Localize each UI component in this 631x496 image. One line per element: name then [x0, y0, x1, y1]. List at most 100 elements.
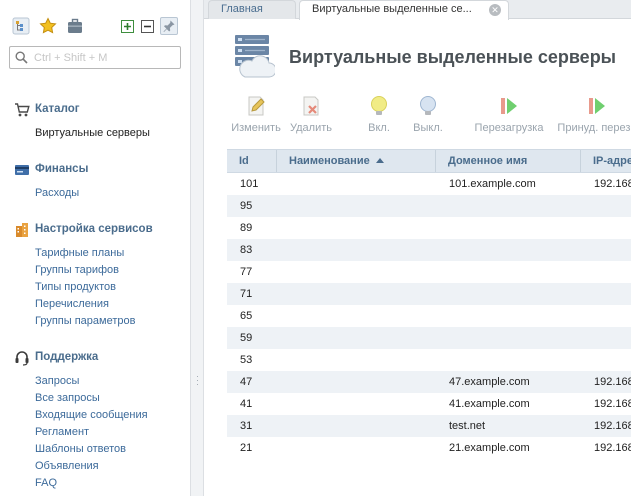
cell-ip — [594, 195, 631, 217]
sidebar-item-parameter-groups[interactable]: Группы параметров — [0, 313, 190, 330]
table-row[interactable]: 71 — [227, 283, 631, 305]
nav-section-header[interactable]: Финансы — [0, 161, 190, 179]
table-row[interactable]: 21 21.example.com 192.168 — [227, 437, 631, 459]
table-header: Id Наименование Доменное имя IP-адре — [227, 149, 631, 173]
column-header-name[interactable]: Наименование — [277, 150, 436, 172]
panel-splitter[interactable]: · · · — [190, 0, 204, 496]
collapse-all-icon[interactable] — [141, 20, 154, 33]
cell-name — [289, 393, 435, 415]
table-row[interactable]: 41 41.example.com 192.168 — [227, 393, 631, 415]
cell-id: 53 — [240, 354, 253, 366]
table-row[interactable]: 53 — [227, 349, 631, 371]
column-header-id[interactable]: Id — [227, 150, 277, 172]
nav-section-title: Финансы — [35, 163, 89, 175]
tab-label: Виртуальные выделенные се... — [312, 3, 472, 15]
table-row[interactable]: 59 — [227, 327, 631, 349]
sidebar-item-faq[interactable]: FAQ — [0, 475, 190, 492]
sidebar-item-product-types[interactable]: Типы продуктов — [0, 279, 190, 296]
sidebar-item-all-requests[interactable]: Все запросы — [0, 390, 190, 407]
servers-table: Id Наименование Доменное имя IP-адре 101… — [227, 149, 631, 496]
table-row[interactable]: 89 — [227, 217, 631, 239]
pin-icon[interactable] — [160, 17, 178, 35]
sidebar-item-expenses[interactable]: Расходы — [0, 185, 190, 202]
table-row[interactable]: 95 — [227, 195, 631, 217]
cell-domain — [449, 239, 579, 261]
sidebar-item-regulations[interactable]: Регламент — [0, 424, 190, 441]
sidebar-item-reply-templates[interactable]: Шаблоны ответов — [0, 441, 190, 458]
search-box — [9, 46, 181, 69]
table-row[interactable]: 47 47.example.com 192.168 — [227, 371, 631, 393]
sidebar-item-announcements[interactable]: Объявления — [0, 458, 190, 475]
edit-label: Изменить — [231, 122, 281, 134]
cell-name — [289, 283, 435, 305]
sidebar-item-requests[interactable]: Запросы — [0, 373, 190, 390]
expand-all-icon[interactable] — [121, 20, 134, 33]
table-row[interactable]: 65 — [227, 305, 631, 327]
search-input[interactable] — [34, 50, 176, 65]
delete-label: Удалить — [290, 122, 332, 134]
table-row[interactable]: 77 — [227, 261, 631, 283]
power-on-button[interactable]: Вкл. — [364, 94, 394, 134]
cell-name — [289, 437, 435, 459]
nav-section-title: Поддержка — [35, 351, 99, 363]
briefcase-icon[interactable] — [66, 17, 84, 35]
cell-ip: 192.168 — [594, 376, 631, 388]
sidebar-item-virtual-servers[interactable]: Виртуальные серверы — [0, 125, 190, 142]
tab-home[interactable]: Главная — [208, 0, 296, 19]
table-row[interactable]: 31 test.net 192.168 — [227, 415, 631, 437]
search-icon — [15, 51, 28, 64]
delete-icon — [303, 96, 319, 116]
table-row[interactable]: 83 — [227, 239, 631, 261]
star-icon[interactable] — [39, 17, 57, 35]
cell-name — [289, 327, 435, 349]
reboot-button[interactable]: Перезагрузка — [472, 94, 546, 134]
nav-section-header[interactable]: Настройка сервисов — [0, 221, 190, 239]
cell-ip — [594, 349, 631, 371]
server-cloud-icon — [231, 33, 277, 79]
nav-section-header[interactable]: Поддержка — [0, 349, 190, 367]
sidebar-item-enumerations[interactable]: Перечисления — [0, 296, 190, 313]
cell-name — [289, 195, 435, 217]
cell-id: 41 — [240, 398, 253, 410]
page-title: Виртуальные выделенные серверы — [289, 47, 617, 67]
nav-section-service-settings: Настройка сервисов Тарифные планы Группы… — [0, 221, 190, 330]
table-row[interactable]: 101 101.example.com 192.168 — [227, 173, 631, 195]
sidebar-item-tariff-groups[interactable]: Группы тарифов — [0, 262, 190, 279]
cart-icon — [14, 102, 30, 118]
headset-icon — [14, 350, 30, 366]
tree-view-icon[interactable] — [12, 17, 30, 35]
cell-id: 59 — [240, 332, 253, 344]
splitter-grip[interactable]: · · · — [196, 372, 199, 389]
delete-button[interactable]: Удалить — [288, 94, 334, 134]
cell-name — [289, 261, 435, 283]
cell-id: 89 — [240, 222, 253, 234]
cell-name — [289, 217, 435, 239]
power-off-button[interactable]: Выкл. — [410, 94, 446, 134]
sidebar-item-tariff-plans[interactable]: Тарифные планы — [0, 245, 190, 262]
cell-ip — [594, 327, 631, 349]
power-off-label: Выкл. — [413, 122, 443, 134]
cell-name — [289, 173, 435, 195]
sidebar-toolbar — [0, 17, 190, 39]
cell-ip: 192.168 — [594, 398, 631, 410]
cell-domain — [449, 195, 579, 217]
cell-id: 77 — [240, 266, 253, 278]
building-icon — [14, 222, 30, 238]
tab-label: Главная — [221, 3, 263, 15]
nav-section-header[interactable]: Каталог — [0, 101, 190, 119]
finance-icon — [14, 162, 30, 178]
column-header-ip[interactable]: IP-адре — [581, 150, 631, 172]
cell-ip: 192.168 — [594, 442, 631, 454]
edit-button[interactable]: Изменить — [230, 94, 282, 134]
tab-virtual-servers[interactable]: Виртуальные выделенные се... ✕ — [299, 0, 509, 20]
close-tab-icon[interactable]: ✕ — [489, 4, 501, 16]
force-reboot-button[interactable]: Принуд. переза — [552, 94, 631, 134]
cell-domain: 21.example.com — [449, 442, 530, 454]
cell-ip: 192.168 — [594, 178, 631, 190]
nav-section-title: Настройка сервисов — [35, 223, 153, 235]
column-header-domain[interactable]: Доменное имя — [436, 150, 581, 172]
reboot-icon — [501, 98, 517, 114]
sidebar-item-incoming-messages[interactable]: Входящие сообщения — [0, 407, 190, 424]
table-body: 101 101.example.com 192.168 95 89 83 77 71 65 59 5… — [227, 173, 631, 459]
cell-name — [289, 415, 435, 437]
